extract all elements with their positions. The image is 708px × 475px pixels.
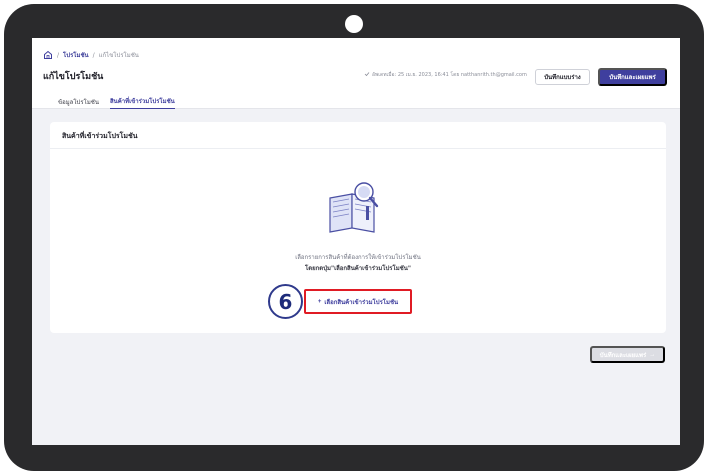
breadcrumb: / โปรโมชัน / แก้ไขโปรโมชัน [43, 48, 139, 62]
app-screen: / โปรโมชัน / แก้ไขโปรโมชัน แก้ไขโปรโมชัน… [32, 38, 680, 445]
empty-state-hint: โดยกดปุ่ม"เลือกสินค้าเข้าร่วมโปรโมชัน" [305, 265, 411, 272]
top-header: / โปรโมชัน / แก้ไขโปรโมชัน แก้ไขโปรโมชัน… [32, 38, 680, 109]
tablet-frame: / โปรโมชัน / แก้ไขโปรโมชัน แก้ไขโปรโมชัน… [4, 4, 704, 471]
card-title: สินค้าที่เข้าร่วมโปรโมชัน [62, 132, 138, 140]
add-products-label: เลือกสินค้าเข้าร่วมโปรโมชัน [324, 299, 399, 306]
add-products-button[interactable]: + เลือกสินค้าเข้าร่วมโปรโมชัน [304, 289, 412, 314]
breadcrumb-separator: / [57, 51, 60, 59]
bottom-publish-label: บันทึกและเผยแพร่ [599, 352, 647, 359]
book-magnifier-icon [322, 176, 386, 236]
breadcrumb-promotions-link[interactable]: โปรโมชัน [63, 50, 89, 60]
tab-participating-products[interactable]: สินค้าที่เข้าร่วมโปรโมชัน [110, 94, 175, 109]
empty-state-message: เลือกรายการสินค้าที่ต้องการให้เข้าร่วมโป… [295, 254, 421, 261]
save-status-text: อัพเดทเมื่อ: 25 เม.ย. 2023, 16:41 โดย na… [372, 72, 527, 78]
save-publish-button[interactable]: บันทึกและเผยแพร่ [598, 68, 667, 86]
bottom-publish-button[interactable]: บันทึกและเผยแพร่ → [590, 346, 665, 363]
save-draft-button[interactable]: บันทึกแบบร่าง [535, 69, 590, 85]
arrow-right-icon: → [649, 351, 656, 358]
home-icon[interactable] [43, 50, 53, 60]
plus-icon: + [317, 298, 322, 305]
step-number-badge: 6 [268, 284, 303, 319]
products-card: สินค้าที่เข้าร่วมโปรโมชัน เลือกรายการสิน… [50, 122, 666, 333]
card-divider [50, 148, 666, 149]
breadcrumb-separator: / [92, 51, 95, 59]
page-title: แก้ไขโปรโมชัน [43, 72, 104, 82]
save-status: อัพเดทเมื่อ: 25 เม.ย. 2023, 16:41 โดย na… [364, 71, 527, 79]
camera-dot [345, 15, 363, 33]
tab-promotion-info[interactable]: ข้อมูลโปรโมชัน [58, 94, 99, 109]
check-icon [364, 71, 370, 79]
breadcrumb-current: แก้ไขโปรโมชัน [98, 52, 139, 59]
tab-bar: ข้อมูลโปรโมชัน สินค้าที่เข้าร่วมโปรโมชัน [32, 94, 680, 109]
